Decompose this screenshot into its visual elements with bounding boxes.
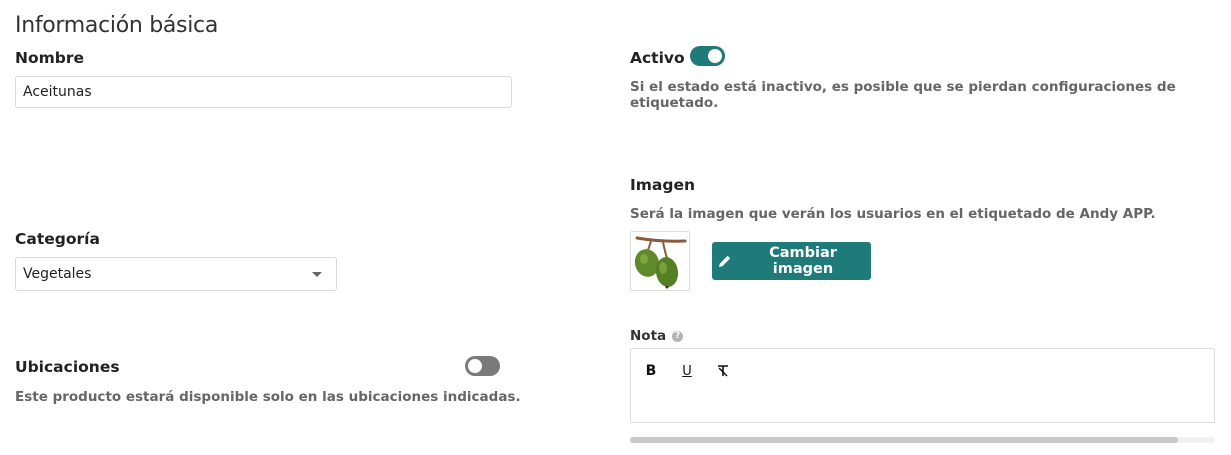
ubicaciones-label: Ubicaciones [15, 358, 120, 376]
cambiar-imagen-button[interactable]: Cambiar imagen [712, 242, 871, 280]
categoria-label: Categoría [15, 230, 100, 248]
cambiar-imagen-label: Cambiar imagen [769, 245, 837, 277]
pencil-icon [718, 254, 732, 268]
question-icon[interactable]: ? [672, 330, 684, 342]
imagen-help: Será la imagen que verán los usuarios en… [630, 206, 1156, 222]
activo-help: Si el estado está inactivo, es posible q… [630, 79, 1176, 111]
ubicaciones-toggle[interactable] [465, 356, 500, 376]
imagen-label: Imagen [630, 176, 696, 194]
nota-editor[interactable]: B U [630, 348, 1215, 423]
olives-image [630, 231, 690, 291]
nombre-label: Nombre [15, 49, 85, 67]
nota-label: Nota [630, 328, 667, 344]
chevron-down-icon [312, 271, 322, 277]
olives-image-svg [634, 236, 687, 289]
ubicaciones-help: Este producto estará disponible solo en … [15, 389, 521, 405]
nota-header: Nota ? [630, 328, 684, 344]
categoria-select[interactable]: Vegetales [15, 257, 337, 291]
toggle-knob [468, 359, 482, 373]
activo-toggle[interactable] [690, 46, 725, 66]
bold-button[interactable]: B [639, 359, 663, 383]
clear-format-icon[interactable] [711, 359, 735, 383]
activo-label: Activo [630, 49, 685, 67]
toggle-knob [708, 49, 722, 63]
nombre-input[interactable] [15, 76, 512, 108]
section-title: Información básica [15, 13, 219, 38]
categoria-selected-value: Vegetales [23, 266, 92, 282]
underline-button[interactable]: U [675, 359, 699, 383]
horizontal-scrollbar[interactable] [630, 437, 1215, 443]
scrollbar-thumb[interactable] [630, 437, 1178, 443]
